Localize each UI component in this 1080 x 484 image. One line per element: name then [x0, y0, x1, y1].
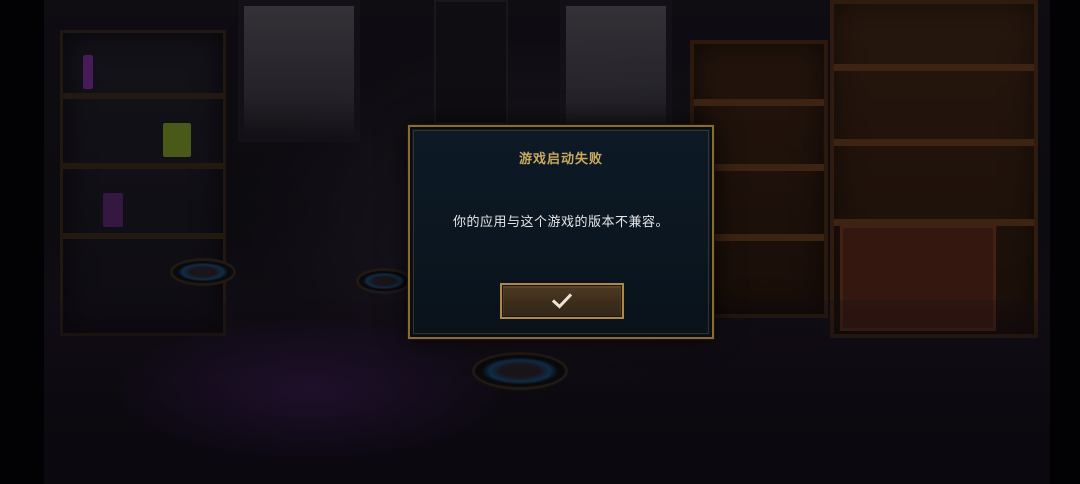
confirm-button[interactable]: [500, 283, 624, 319]
dialog-message: 你的应用与这个游戏的版本不兼容。: [452, 215, 669, 230]
checkmark-icon: [552, 293, 572, 309]
launch-error-dialog: 游戏启动失败 你的应用与这个游戏的版本不兼容。: [408, 125, 714, 339]
dialog-title: 游戏启动失败: [518, 152, 603, 167]
